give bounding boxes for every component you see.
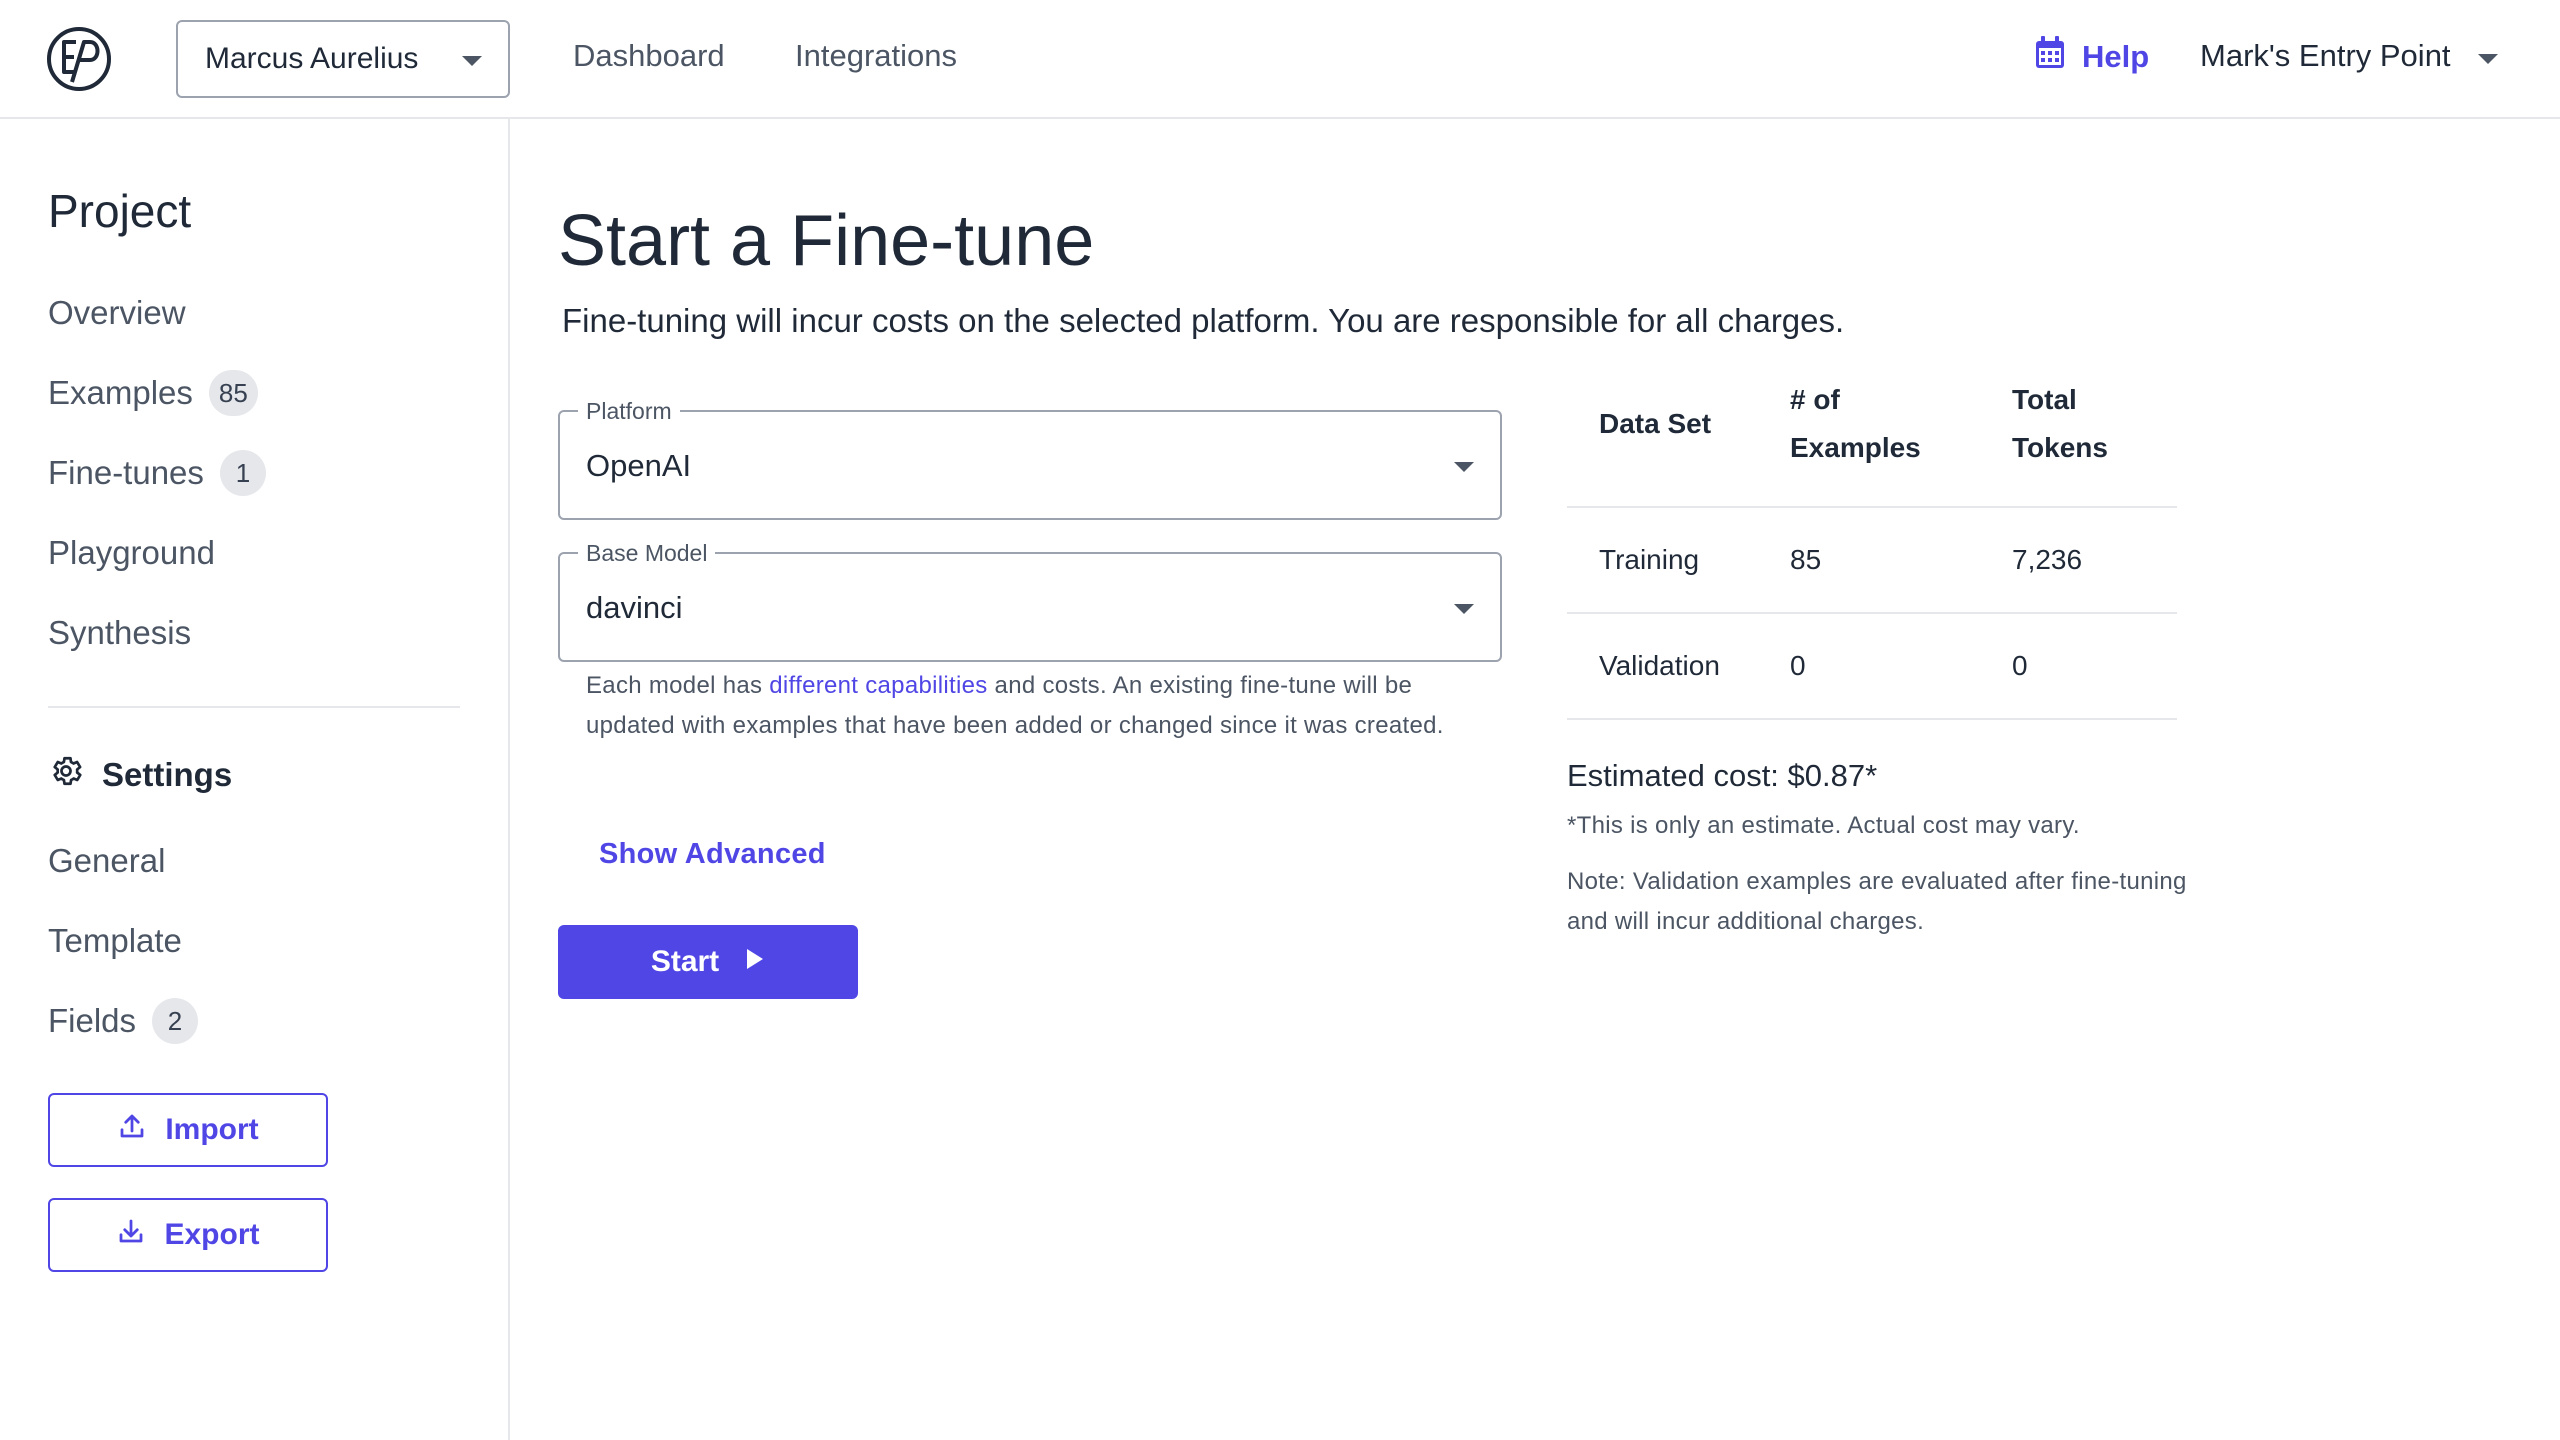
sidebar-item-overview[interactable]: Overview <box>48 285 186 341</box>
estimated-cost: Estimated cost: $0.87* <box>1567 758 1878 793</box>
table-row: Training 85 7,236 <box>1567 508 2177 614</box>
sidebar-item-general[interactable]: General <box>48 833 165 889</box>
sidebar-item-template[interactable]: Template <box>48 913 182 969</box>
count-badge: 2 <box>152 998 199 1044</box>
sidebar-divider <box>48 706 460 708</box>
row-examples: 85 <box>1790 544 1822 575</box>
sidebar-item-label: Playground <box>48 534 215 571</box>
row-examples: 0 <box>1790 650 1806 681</box>
chevron-down-icon <box>462 56 482 66</box>
start-label: Start <box>650 945 720 978</box>
sidebar-item-label: Fields <box>48 1002 137 1039</box>
import-button[interactable]: Import <box>48 1093 328 1167</box>
count-badge: 85 <box>208 370 258 416</box>
chevron-down-icon <box>1454 462 1474 472</box>
sidebar-item-label: General <box>48 842 166 879</box>
help-link[interactable]: Help <box>2034 36 2149 78</box>
settings-heading: Settings <box>48 753 232 797</box>
show-advanced-button[interactable]: Show Advanced <box>599 838 826 871</box>
gear-icon <box>48 753 84 797</box>
nav-integrations[interactable]: Integrations <box>795 38 957 74</box>
sidebar-heading: Project <box>48 185 192 237</box>
sidebar-item-playground[interactable]: Playground <box>48 525 215 581</box>
help-label: Help <box>2082 39 2150 74</box>
page-title: Start a Fine-tune <box>558 201 1095 281</box>
row-dataset: Validation <box>1599 650 1720 681</box>
project-name: Marcus Aurelius <box>205 42 419 75</box>
table-row: Validation 0 0 <box>1567 614 2177 720</box>
chevron-down-icon[interactable] <box>2478 54 2498 64</box>
sidebar-item-fields[interactable]: Fields 2 <box>48 993 199 1049</box>
export-button[interactable]: Export <box>48 1198 328 1272</box>
page-subtitle: Fine-tuning will incur costs on the sele… <box>562 302 1845 339</box>
start-button[interactable]: Start <box>558 925 858 999</box>
upload-icon <box>117 1111 147 1149</box>
export-label: Export <box>164 1218 260 1251</box>
nav-dashboard[interactable]: Dashboard <box>573 38 725 74</box>
entry-point-logo[interactable] <box>46 26 112 92</box>
calendar-icon <box>2034 36 2066 78</box>
validation-note: Note: Validation examples are evaluated … <box>1567 868 2187 935</box>
top-bar: Marcus Aurelius Dashboard Integrations H… <box>0 0 2560 119</box>
download-icon <box>116 1216 146 1254</box>
column-header-examples: # of Examples <box>1790 384 1921 463</box>
sidebar-item-label: Synthesis <box>48 614 192 651</box>
play-icon <box>745 945 765 979</box>
estimate-disclaimer: *This is only an estimate. Actual cost m… <box>1567 812 2080 839</box>
helper-text-start: Each model has <box>586 672 770 699</box>
import-label: Import <box>165 1113 259 1146</box>
chevron-down-icon <box>1454 604 1474 614</box>
base-model-helper-text: Each model has different capabilities an… <box>586 666 1486 746</box>
settings-label: Settings <box>102 756 233 793</box>
platform-value: OpenAI <box>586 448 692 483</box>
count-badge: 1 <box>219 450 266 496</box>
user-menu[interactable]: Mark's Entry Point <box>2200 38 2451 74</box>
sidebar-item-label: Examples <box>48 374 193 411</box>
different-capabilities-link[interactable]: different capabilities <box>769 672 987 699</box>
sidebar-item-synthesis[interactable]: Synthesis <box>48 605 191 661</box>
row-tokens: 0 <box>2012 650 2028 681</box>
base-model-value: davinci <box>586 590 683 625</box>
sidebar-item-label: Template <box>48 922 182 959</box>
base-model-select[interactable]: Base Model davinci <box>558 540 1502 662</box>
base-model-label: Base Model <box>578 540 716 567</box>
sidebar-item-label: Fine-tunes <box>48 454 204 491</box>
fine-tune-summary-table: Data Set # of Examples Total Tokens Trai… <box>1567 364 2177 720</box>
sidebar: Project Overview Examples 85 Fine-tunes … <box>0 119 510 1440</box>
table-header-row: Data Set # of Examples Total Tokens <box>1567 364 2177 508</box>
sidebar-item-examples[interactable]: Examples 85 <box>48 365 258 421</box>
column-header-tokens: Total Tokens <box>2012 384 2108 463</box>
platform-label: Platform <box>578 398 680 425</box>
row-tokens: 7,236 <box>2012 544 2083 575</box>
platform-select[interactable]: Platform OpenAI <box>558 398 1502 520</box>
project-selector[interactable]: Marcus Aurelius <box>176 20 510 98</box>
row-dataset: Training <box>1599 544 1700 575</box>
sidebar-item-label: Overview <box>48 294 186 331</box>
sidebar-item-fine-tunes[interactable]: Fine-tunes 1 <box>48 445 266 501</box>
column-header-data-set: Data Set <box>1599 408 1712 439</box>
